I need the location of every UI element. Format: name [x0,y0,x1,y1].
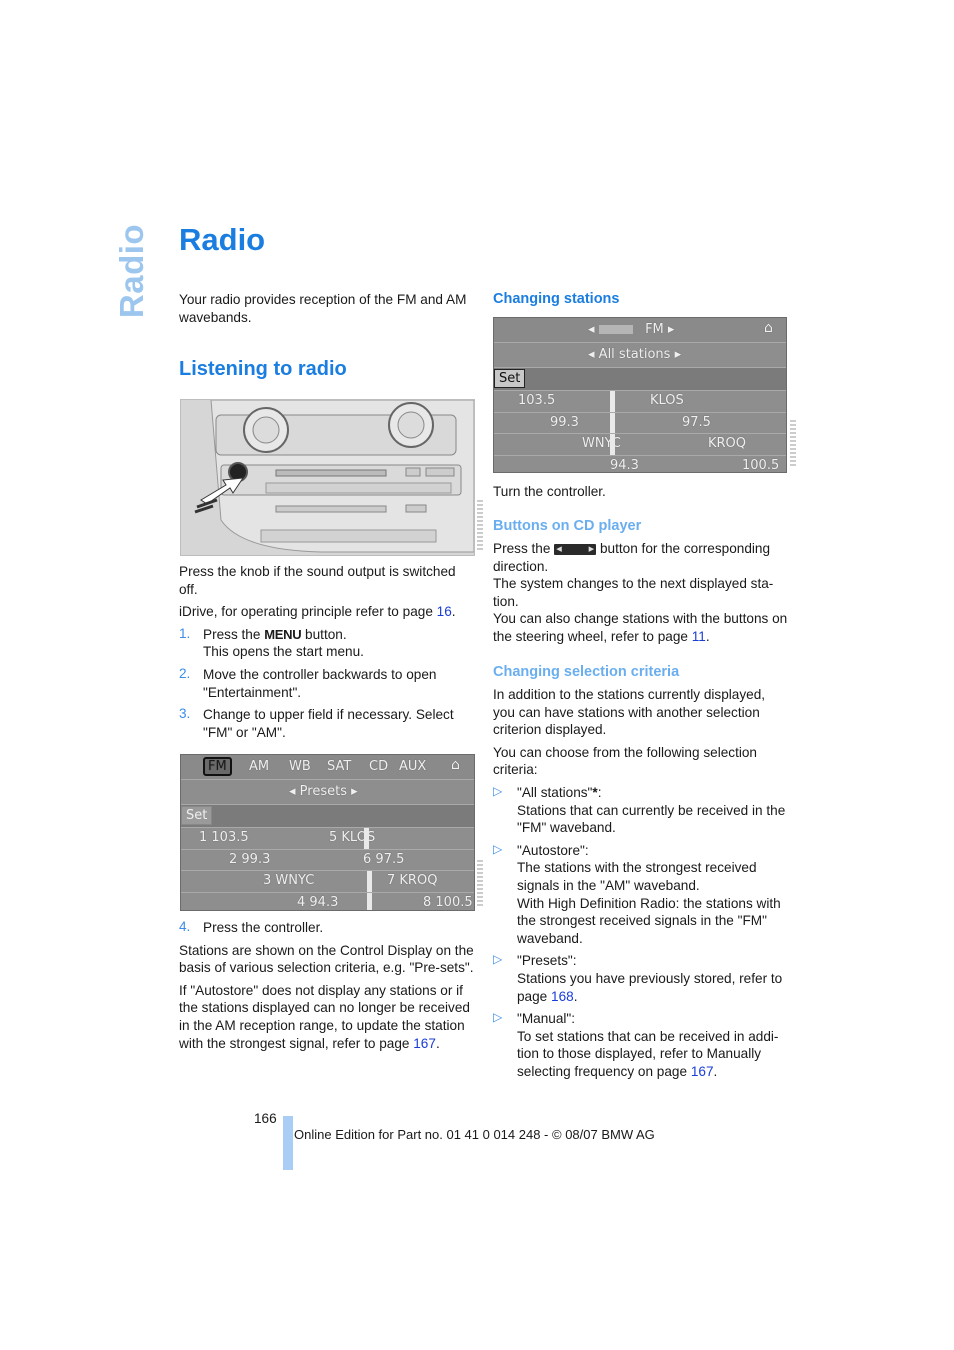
step-number: 3. [179,706,191,722]
footer-edition: Online Edition for Part no. 01 41 0 014 … [294,1127,655,1142]
selection-row: ◂ Presets ▸ [181,780,474,805]
page-link-16[interactable]: 16 [437,604,452,619]
intro-text: Your radio provides reception of the FM … [179,292,467,325]
controller-icon: ⌂ [764,320,773,336]
autostore-info: If "Autostore" does not display any stat… [179,982,470,1051]
step-1: 1. Press the MENU button. This opens the… [179,625,364,660]
criteria-item-all-stations: ▷ "All stations"*: Stations that can cur… [493,783,786,836]
tab-cd: CD [369,759,389,774]
section-title-cd-buttons: Buttons on CD player [493,518,642,534]
page-title: Radio [179,222,266,257]
page-number: 166 [254,1111,277,1126]
preset-row: 2 99.3 6 97.5 [181,850,474,872]
preset-row: 1 103.5 5 KLOS [181,828,474,850]
tab-am: AM [249,759,270,774]
left-column: Your radio provides reception of the FM … [179,291,475,326]
station-row: 94.3 100.5 [610,457,780,473]
step-number: 2. [179,665,191,681]
section-title-selection-criteria: Changing selection criteria [493,664,680,680]
step-4: 4. Press the controller. [179,919,324,935]
step-3: 3. Change to upper field if necessary. S… [179,706,454,740]
presets-display-screenshot: FM AM WB SAT CD AUX ⌂ ◂ Presets ▸ Set 1 … [180,754,475,911]
criteria-item-presets: ▷ "Presets": Stations you have previousl… [493,952,783,1004]
station-row: 99.3 97.5 [494,412,786,435]
triangle-bullet-icon: ▷ [493,783,503,798]
tab-aux: AUX [399,759,427,774]
station-row: 103.5 KLOS [494,391,786,413]
preset-row: 3 WNYC 7 KROQ [181,871,474,893]
set-row: Set [494,368,786,391]
turn-controller-text: Turn the controller. [493,484,606,499]
cd-seek-button-icon [554,541,597,559]
step-number: 4. [179,919,191,934]
criteria-item-autostore: ▷ "Autostore": The stations with the str… [493,841,781,946]
all-stations-display-screenshot: ◂ FM ▸ ⌂ ◂ All stations ▸ Set 103.5 KLOS… [493,317,787,473]
page-link-11[interactable]: 11 [692,629,706,644]
band-row: ◂ FM ▸ ⌂ [494,318,786,343]
image-code-mark [790,420,796,468]
tab-wb: WB [289,759,311,774]
section-title-listening: Listening to radio [179,358,347,380]
step-number: 1. [179,625,191,641]
radio-console-illustration [181,400,474,555]
step-2: 2. Move the controller backwards to open… [179,665,437,700]
set-button: Set [494,369,526,388]
triangle-bullet-icon: ▷ [493,952,503,967]
left-bottom-block: 4. Press the controller. Stations are sh… [179,919,475,1052]
selection-row: ◂ All stations ▸ [494,343,786,368]
console-photo [180,399,475,556]
tab-fm: FM [203,757,232,776]
triangle-bullet-icon: ▷ [493,841,503,856]
idrive-reference: iDrive, for operating principle refer to… [179,604,456,620]
right-block-1: Turn the controller. [493,483,789,501]
side-chapter-label: Radio [113,223,150,319]
image-code-mark [477,860,483,908]
menu-button-glyph: MENU [264,626,302,642]
side-chapter-tab: Radio [112,223,152,319]
image-code-mark [477,500,483,550]
section-title-changing-stations: Changing stations [493,291,620,307]
left-steps-block: Press the knob if the sound output is sw… [179,563,475,741]
station-row: WNYC KROQ [494,434,786,456]
page-link-168[interactable]: 168 [551,989,574,1004]
selection-criterion: All stations [598,347,671,362]
waveband-tabs: FM AM WB SAT CD AUX ⌂ [181,755,474,780]
criteria-item-manual: ▷ "Manual": To set stations that can be … [493,1010,779,1079]
stations-info: Stations are shown on the Control Displa… [179,942,474,976]
selection-criterion: Presets [299,784,347,799]
controller-icon: ⌂ [451,757,460,773]
set-row: Set [181,805,474,828]
right-block-2: Press the button for the corresponding d… [493,540,789,646]
page-link-167[interactable]: 167 [413,1036,436,1051]
footer-accent-bar [283,1116,293,1170]
knob-instruction: Press the knob if the sound output is sw… [179,564,456,597]
band-label: FM [645,322,664,337]
page-link-167[interactable]: 167 [691,1064,714,1079]
set-button: Set [181,806,213,825]
preset-row: 4 94.3 8 100.5 [181,892,474,910]
tab-sat: SAT [327,759,352,774]
triangle-bullet-icon: ▷ [493,1010,503,1025]
right-block-3: In addition to the stations currently di… [493,686,789,1080]
